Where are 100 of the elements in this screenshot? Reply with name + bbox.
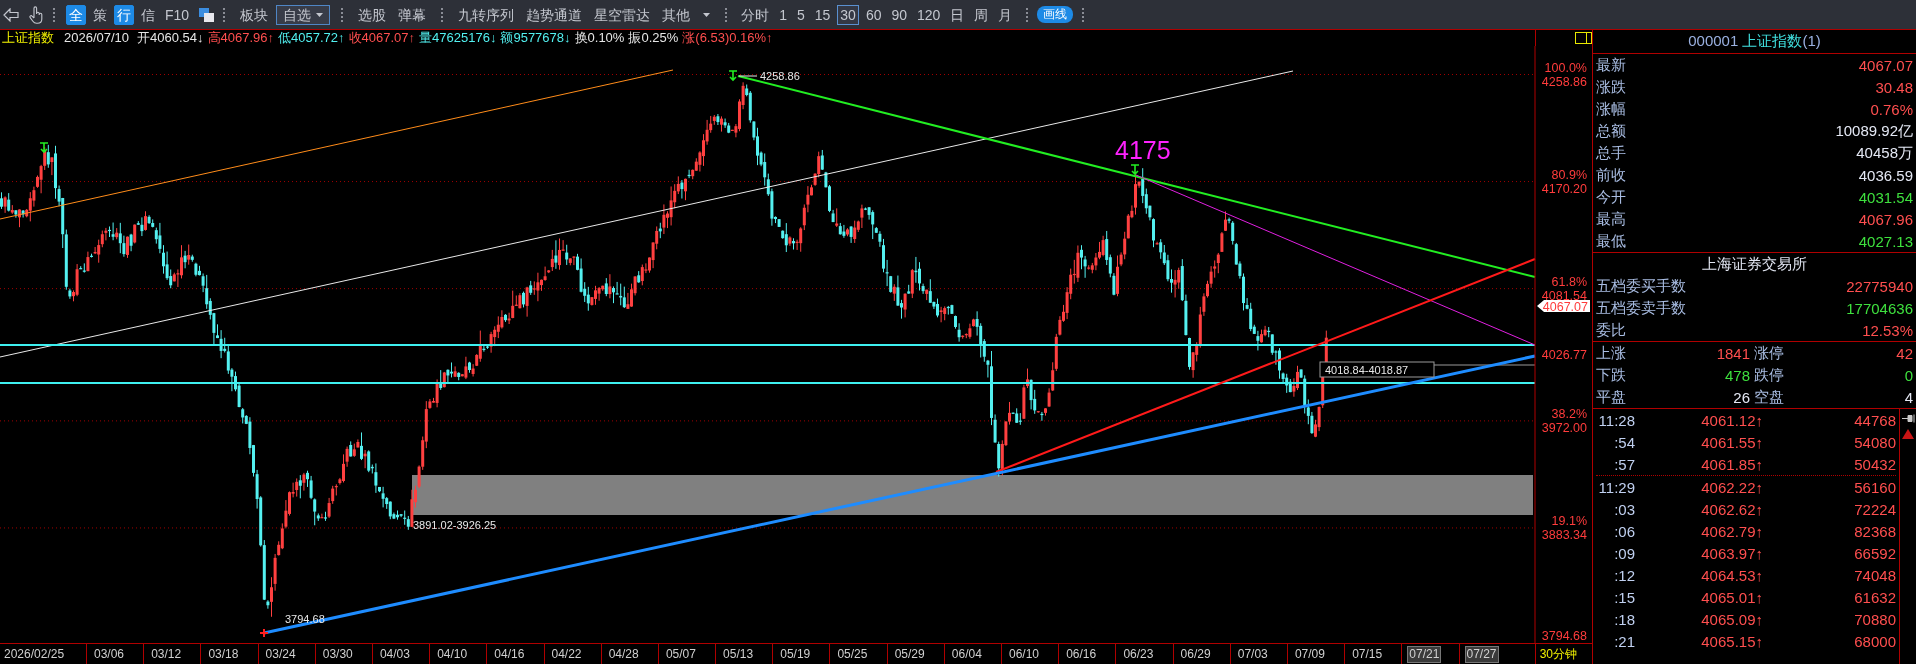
quote-value: 40458万 <box>1856 143 1913 163</box>
period-tab[interactable]: 120 <box>914 4 944 25</box>
breadth-label: 涨停 <box>1754 343 1784 363</box>
period-label: 30分钟 <box>1539 646 1578 663</box>
date-label: 06/29 <box>1179 646 1212 663</box>
axis-price-label: 4258.86 <box>1541 74 1587 89</box>
tick-time: 11:28 <box>1598 411 1635 429</box>
indicator-button[interactable]: 趋势通道 <box>522 4 587 25</box>
action-button[interactable]: 选股 <box>354 4 391 25</box>
triangle-up-icon[interactable] <box>1902 429 1914 439</box>
tick-time: :21 <box>1614 632 1635 650</box>
hand-pointer-icon[interactable] <box>29 5 44 24</box>
indicator-button[interactable]: 星空雷达 <box>590 4 655 25</box>
fib-percent-label: 100.0% <box>1544 60 1587 75</box>
axis-price-label: 3883.34 <box>1541 527 1587 542</box>
mode-tab[interactable]: 全 <box>66 4 86 25</box>
peak-price-label: 4258.86 <box>760 70 800 82</box>
zone-range-label: 3891.02-3926.25 <box>413 519 497 531</box>
period-tab[interactable]: 15 <box>811 4 834 25</box>
quote-field: 换0.10% <box>574 30 625 46</box>
quote-field: 低4057.72↑ <box>278 30 345 46</box>
quote-field: 振0.25% <box>628 30 679 46</box>
order-label: 五档委买手数 <box>1596 276 1686 296</box>
order-label: 五档委卖手数 <box>1596 298 1686 318</box>
quote-label: 最低 <box>1596 231 1626 251</box>
caret-icon <box>703 12 711 17</box>
order-label: 委比 <box>1596 320 1626 340</box>
date-label: 03/06 <box>93 646 126 663</box>
action-button[interactable]: 弹幕 <box>394 4 431 25</box>
tick-time: :12 <box>1614 566 1635 584</box>
pin-icon[interactable] <box>1901 414 1915 423</box>
period-tab[interactable]: 1 <box>776 4 790 25</box>
mode-tab[interactable]: F10 <box>162 4 193 25</box>
date-label: 05/25 <box>836 646 869 663</box>
tick-price: 4064.53↑ <box>1701 566 1763 584</box>
date-label: 07/27 <box>1464 646 1499 663</box>
quote-label: 总手 <box>1596 143 1626 163</box>
overlapping-squares-icon[interactable] <box>199 7 215 22</box>
tick-volume: 82368 <box>1854 522 1896 540</box>
quote-label: 前收 <box>1596 165 1626 185</box>
period-tab[interactable]: 周 <box>971 4 992 25</box>
period-tab[interactable]: 90 <box>888 4 911 25</box>
date-label: 04/28 <box>607 646 640 663</box>
tick-price: 4061.55↑ <box>1701 433 1763 451</box>
down-arrow-marker-icon <box>1130 164 1140 176</box>
quote-field: 额9577678↓ <box>500 30 571 46</box>
tick-volume: 66592 <box>1854 544 1896 562</box>
index-name: 上证指数 <box>2 30 54 46</box>
fib-percent-label: 61.8% <box>1551 274 1587 289</box>
target-price-label: 4175 <box>1115 136 1171 164</box>
back-icon[interactable] <box>3 7 19 22</box>
tick-volume: 56160 <box>1854 478 1896 496</box>
tick-volume: 74048 <box>1854 566 1896 584</box>
fib-percent-label: 19.1% <box>1551 513 1587 528</box>
period-tab[interactable]: 分时 <box>738 4 773 25</box>
mode-tab[interactable]: 信 <box>138 4 158 25</box>
range-label: 4018.84-4018.87 <box>1319 361 1435 378</box>
tick-volume: 54080 <box>1854 433 1896 451</box>
quote-value: 0.76% <box>1870 100 1913 118</box>
tick-volume: 61632 <box>1854 588 1896 606</box>
block-tab[interactable]: 板块 <box>236 4 273 25</box>
tick-time: :18 <box>1614 610 1635 628</box>
breadth-label: 平盘 <box>1596 387 1627 407</box>
order-value: 22775940 <box>1846 277 1913 295</box>
mode-tab[interactable]: 策 <box>90 4 110 25</box>
tick-time: :54 <box>1614 433 1635 451</box>
axis-price-label: 3972.00 <box>1541 420 1587 435</box>
period-tab[interactable]: 30 <box>837 4 859 25</box>
tick-time: 11:29 <box>1598 478 1635 496</box>
order-value: 12.53% <box>1862 321 1913 339</box>
date-label: 06/23 <box>1122 646 1155 663</box>
tick-volume: 70880 <box>1854 610 1896 628</box>
mode-tab[interactable]: 行 <box>114 4 134 25</box>
quote-value: 4067.07 <box>1858 56 1913 74</box>
indicator-button[interactable]: 九转序列 <box>454 4 519 25</box>
period-tab[interactable]: 60 <box>862 4 885 25</box>
quote-field: 收4067.07↑ <box>348 30 416 46</box>
breadth-value: 4 <box>1904 388 1913 406</box>
tick-time: :57 <box>1614 455 1635 473</box>
axis-price-label: 4026.77 <box>1541 347 1587 362</box>
date-label: 06/16 <box>1065 646 1098 663</box>
draw-line-button[interactable]: 画线 <box>1037 6 1074 23</box>
quote-value: 4027.13 <box>1858 232 1913 250</box>
more-menu-button[interactable]: 其他 <box>658 4 715 25</box>
stock-title: 000001 上证指数(1) <box>1688 32 1821 51</box>
quote-field: 涨(6.53)0.16%↑ <box>682 30 773 46</box>
order-value: 17704636 <box>1846 299 1913 317</box>
period-tab[interactable]: 5 <box>793 4 808 25</box>
tick-price: 4062.22↑ <box>1701 478 1763 496</box>
period-tab[interactable]: 日 <box>947 4 968 25</box>
period-tab[interactable]: 月 <box>995 4 1016 25</box>
date-label: 07/21 <box>1407 646 1442 663</box>
caret-icon <box>316 12 324 17</box>
low-marker-icon <box>259 628 269 638</box>
axis-price-label: 4170.20 <box>1541 181 1587 196</box>
split-rectangle-icon[interactable] <box>1575 32 1592 44</box>
block-tab[interactable]: 自选 <box>276 4 331 25</box>
quote-value: 4031.54 <box>1858 188 1913 206</box>
tick-price: 4062.79↑ <box>1701 522 1763 540</box>
down-arrow-marker-icon <box>39 142 49 154</box>
